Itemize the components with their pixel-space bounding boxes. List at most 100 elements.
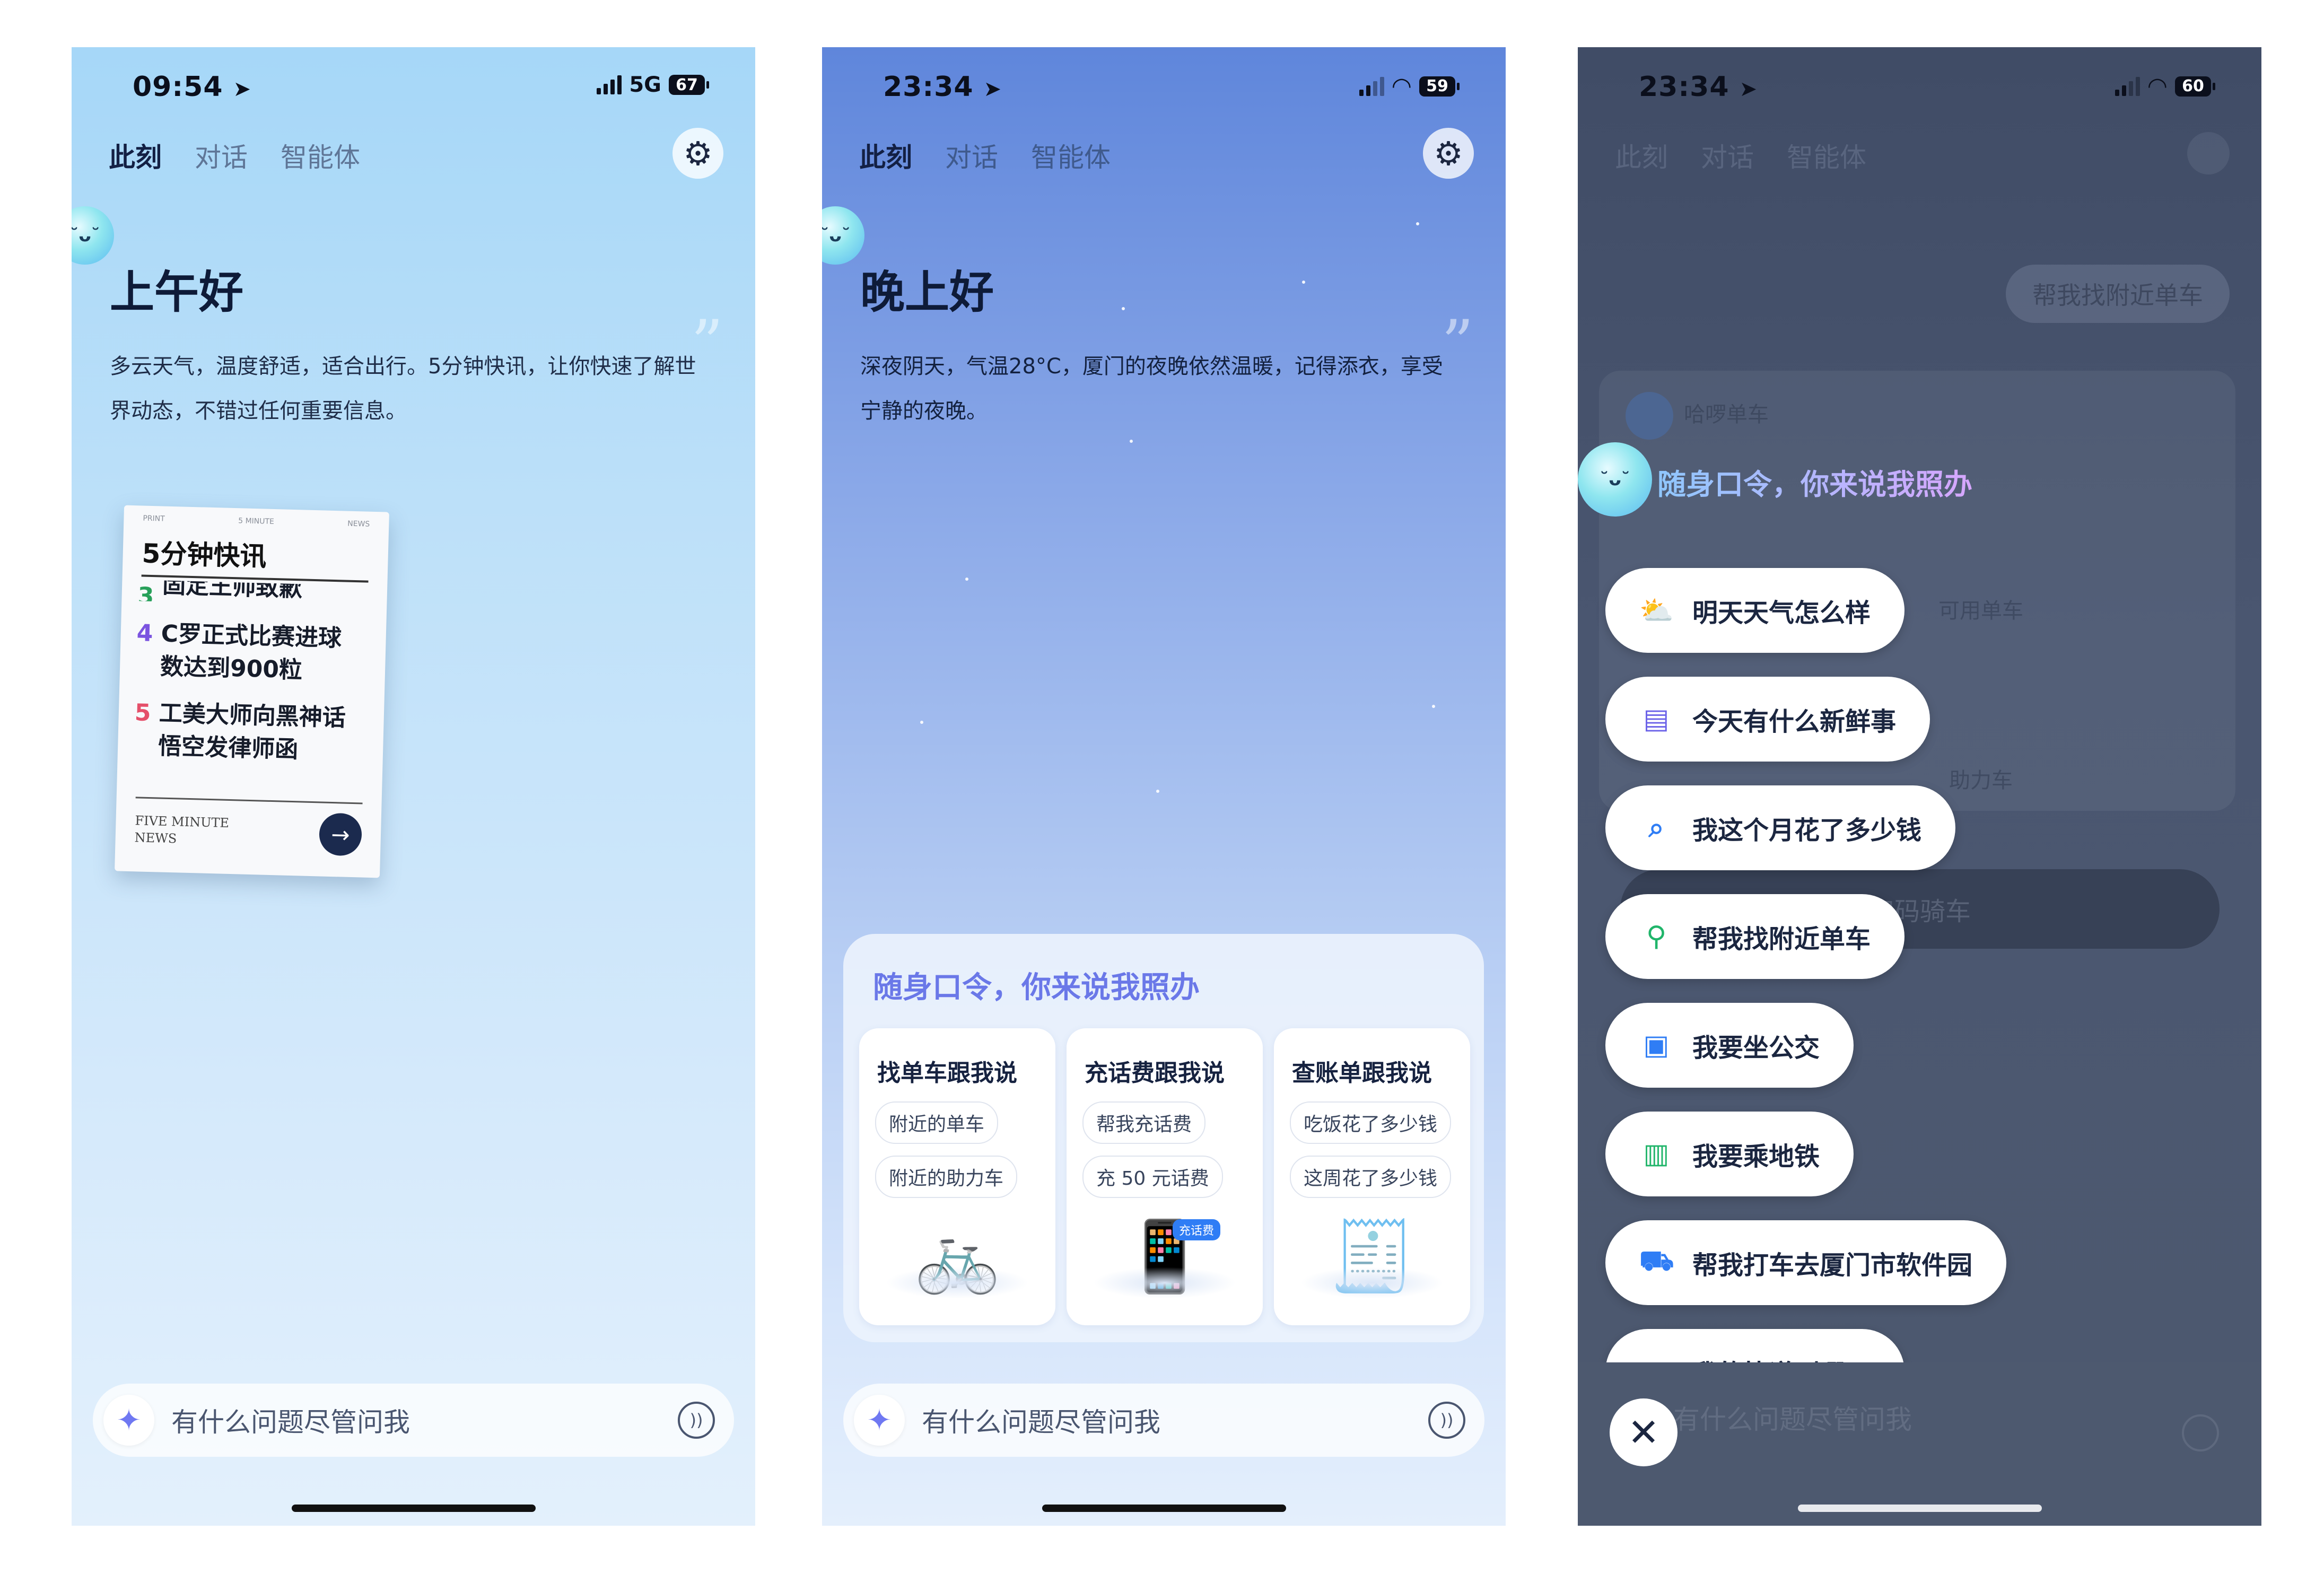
star-decoration (1302, 281, 1305, 284)
app-logo-icon (1626, 392, 1673, 440)
star-decoration (1156, 790, 1159, 793)
wifi-icon: ◠ (2147, 73, 2168, 100)
tab-now[interactable]: 此刻 (859, 136, 912, 174)
signal-icon (597, 75, 622, 94)
phone-screen-command-overlay: 23:34 ➤ ◠ 60 此刻 对话 智能体 帮我找附近单车 哈啰单车 可用单车… (1578, 47, 2261, 1526)
suggestion-chip[interactable]: 附近的单车 (875, 1101, 999, 1144)
command-label: 我要乘地铁 (1692, 1142, 1820, 1171)
news-item-number: 4 (136, 619, 154, 648)
network-type: 5G (629, 73, 661, 97)
command-card-bike[interactable]: 找单车跟我说 附近的单车 附近的助力车 🚲 (859, 1028, 1055, 1325)
suggestion-chip[interactable]: 附近的助力车 (875, 1156, 1018, 1198)
status-bar-right: ◠ 60 (2115, 73, 2215, 100)
command-taxi-button[interactable]: ⛟ 帮我打车去厦门市软件园 (1605, 1220, 2007, 1305)
suggestion-chip[interactable]: 帮我充话费 (1082, 1101, 1206, 1144)
news-icon: ▤ (1643, 703, 1670, 735)
tab-chat[interactable]: 对话 (195, 136, 248, 174)
tab-agents: 智能体 (1787, 142, 1866, 173)
suggestion-chip[interactable]: 吃饭花了多少钱 (1290, 1101, 1452, 1144)
news-item[interactable]: 3 固定王帅致歉 (137, 580, 302, 605)
voice-icon[interactable]: )) (678, 1402, 715, 1439)
greeting-title: 晚上好 (860, 266, 994, 318)
star-decoration (1432, 705, 1435, 708)
ask-input-placeholder[interactable]: 有什么问题尽管问我 (171, 1401, 678, 1439)
command-label: 今天有什么新鲜事 (1692, 707, 1897, 737)
panel-title: 随身口令，你来说我照办 (873, 970, 1200, 1005)
bike-icon: ⚲ (1646, 921, 1667, 952)
bus-icon: ▣ (1643, 1029, 1670, 1061)
arrow-right-icon[interactable]: → (318, 812, 363, 856)
close-icon[interactable]: ✕ (1610, 1398, 1678, 1466)
ask-input-bar[interactable]: ✦ 有什么问题尽管问我 )) (843, 1384, 1484, 1457)
phone-screen-morning: 09:54 ➤ 5G 67 此刻 对话 智能体 ⚙ ˘ᴗ˘ ” 上午好 多云天气… (72, 47, 755, 1526)
assistant-mascot-icon: ˘ᴗ˘ (822, 206, 864, 265)
home-indicator[interactable] (1042, 1505, 1286, 1512)
status-bar-right: ◠ 59 (1359, 73, 1460, 100)
signal-icon (2115, 76, 2140, 96)
command-bike-button[interactable]: ⚲ 帮我找附近单车 (1605, 894, 1905, 979)
sparkle-icon[interactable]: ✦ (854, 1395, 905, 1446)
receipt-search-icon: 🧾 (1274, 1203, 1470, 1309)
tab-agents[interactable]: 智能体 (1031, 136, 1111, 174)
news-item-number: 3 (137, 582, 154, 606)
app-name: 哈啰单车 (1684, 403, 1769, 427)
news-card-label: PRINT (143, 514, 165, 523)
news-card-footer: FIVE MINUTE NEWS → (134, 797, 363, 856)
settings-gear-icon[interactable]: ⚙ (672, 128, 723, 179)
command-label: 帮我找附近单车 (1692, 924, 1871, 954)
top-tabs: 此刻 对话 智能体 (109, 136, 360, 174)
command-card-title: 充话费跟我说 (1085, 1060, 1225, 1087)
news-item-number: 5 (134, 699, 152, 727)
ask-input-bar[interactable]: ✦ 有什么问题尽管问我 )) (93, 1384, 734, 1457)
command-label: 明天天气怎么样 (1692, 598, 1871, 628)
home-indicator[interactable] (292, 1505, 536, 1512)
home-indicator[interactable] (1798, 1505, 2042, 1512)
news-item-text: 工美大师向黑神话悟空发律师函 (158, 699, 346, 764)
suggestion-chip[interactable]: 这周花了多少钱 (1290, 1156, 1452, 1198)
tab-now[interactable]: 此刻 (109, 136, 162, 174)
tab-chat[interactable]: 对话 (945, 136, 998, 174)
background-chat-bubble: 帮我找附近单车 (2006, 265, 2230, 323)
news-card[interactable]: PRINT 5 MINUTE NEWS 5分钟快讯 3 固定王帅致歉 4 C罗正… (115, 505, 389, 878)
status-time: 23:34 ➤ (883, 71, 1002, 103)
star-decoration (920, 721, 923, 724)
command-card-bill[interactable]: 查账单跟我说 吃饭花了多少钱 这周花了多少钱 🧾 (1274, 1028, 1470, 1325)
status-time: 23:34 ➤ (1639, 71, 1758, 103)
news-card-header: PRINT 5 MINUTE NEWS (143, 514, 370, 529)
command-label: 我要坐公交 (1692, 1033, 1820, 1063)
command-bus-button[interactable]: ▣ 我要坐公交 (1605, 1003, 1854, 1088)
command-weather-button[interactable]: ⛅ 明天天气怎么样 (1605, 568, 1905, 653)
news-item-text: C罗正式比赛进球数达到900粒 (160, 620, 342, 684)
news-item[interactable]: 4 C罗正式比赛进球数达到900粒 (135, 617, 349, 688)
command-metro-button[interactable]: ▥ 我要乘地铁 (1605, 1112, 1854, 1196)
status-time: 09:54 ➤ (133, 71, 252, 103)
status-bar-right: 5G 67 (597, 73, 709, 97)
car-icon: ⛟ (1639, 1245, 1674, 1277)
suggestion-chip[interactable]: 充 50 元话费 (1082, 1156, 1223, 1198)
star-decoration (1130, 440, 1133, 443)
weather-description: 深夜阴天，气温28°C，厦门的夜晚依然温暖，记得添衣，享受宁静的夜晚。 (860, 354, 1443, 423)
command-news-button[interactable]: ▤ 今天有什么新鲜事 (1605, 677, 1930, 762)
bicycle-icon: 🚲 (859, 1203, 1055, 1309)
command-card-title: 查账单跟我说 (1292, 1060, 1432, 1087)
command-spending-button[interactable]: ⌕ 我这个月花了多少钱 (1605, 785, 1956, 870)
ask-input-placeholder[interactable]: 有什么问题尽管问我 (922, 1401, 1428, 1439)
command-label: 帮我打车去厦门市软件园 (1692, 1250, 1973, 1280)
background-tabs: 此刻 对话 智能体 (1615, 136, 1866, 174)
sparkle-icon[interactable]: ✦ (103, 1395, 154, 1446)
news-card-footer-text: FIVE MINUTE NEWS (134, 813, 230, 846)
overlay-bottom-mask (1578, 1362, 2261, 1526)
news-item[interactable]: 5 工美大师向黑神话悟空发律师函 (133, 696, 347, 767)
command-card-topup[interactable]: 充话费跟我说 帮我充话费 充 50 元话费 📱 充话费 (1067, 1028, 1263, 1325)
settings-gear-icon[interactable]: ⚙ (1423, 128, 1474, 179)
greeting-title: 上午好 (110, 266, 244, 318)
background-gear-icon (2187, 132, 2230, 174)
location-arrow-icon: ➤ (1739, 77, 1758, 101)
map-label: 可用单车 (1938, 599, 2023, 623)
wifi-icon: ◠ (1391, 73, 1412, 100)
weather-icon: ⛅ (1639, 594, 1674, 627)
phone-icon: 📱 (1067, 1203, 1263, 1309)
tab-agents[interactable]: 智能体 (281, 136, 360, 174)
battery-icon: 60 (2175, 76, 2215, 97)
voice-icon[interactable]: )) (1428, 1402, 1465, 1439)
